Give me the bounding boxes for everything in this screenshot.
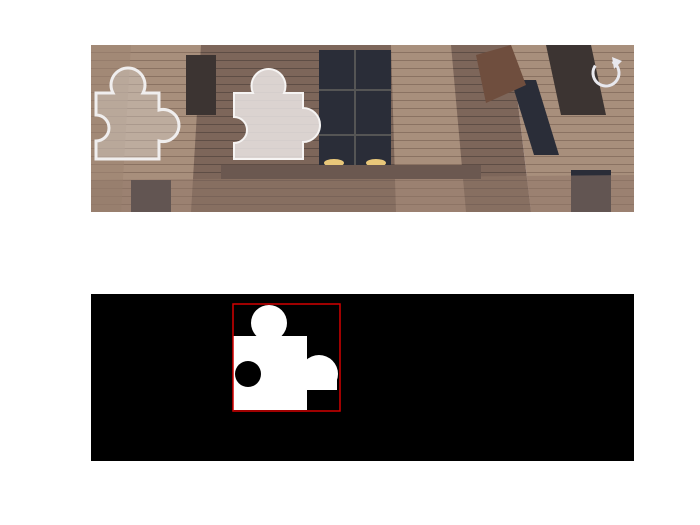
building-facade-photo: [91, 45, 634, 212]
segmentation-mask: [91, 294, 634, 461]
captcha-image: [91, 45, 634, 212]
mask-notch: [235, 361, 261, 387]
mask-canvas: [91, 294, 634, 461]
